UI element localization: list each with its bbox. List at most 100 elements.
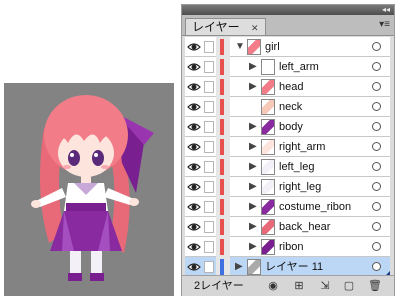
visibility-eye-icon[interactable] bbox=[187, 260, 201, 274]
lock-toggle[interactable] bbox=[204, 61, 214, 73]
lock-toggle[interactable] bbox=[204, 181, 214, 193]
layer-thumbnail bbox=[261, 79, 275, 95]
layer-name[interactable]: body bbox=[279, 120, 303, 134]
expand-arrow-icon[interactable]: ▶ bbox=[249, 121, 257, 133]
layer-row[interactable]: ▶ レイヤー 11 bbox=[185, 257, 390, 277]
new-layer-icon[interactable]: ▢ bbox=[342, 279, 356, 293]
visibility-eye-icon[interactable] bbox=[187, 80, 201, 94]
lock-toggle[interactable] bbox=[204, 201, 214, 213]
lock-toggle[interactable] bbox=[204, 241, 214, 253]
tab-layers-label: レイヤー bbox=[192, 20, 240, 34]
layer-name[interactable]: costume_ribon bbox=[279, 200, 351, 214]
layers-panel: ◂◂ レイヤー ✕ ▾≡ ▼ girl ▶ left_arm ▶ head neck ▶ bod… bbox=[181, 4, 395, 296]
layer-thumbnail bbox=[247, 259, 261, 275]
visibility-eye-icon[interactable] bbox=[187, 100, 201, 114]
layer-thumbnail bbox=[261, 199, 275, 215]
target-circle-icon[interactable] bbox=[372, 102, 381, 111]
visibility-eye-icon[interactable] bbox=[187, 120, 201, 134]
layer-row[interactable]: ▶ right_leg bbox=[185, 177, 390, 197]
layer-thumbnail bbox=[261, 119, 275, 135]
layer-color-indicator bbox=[220, 219, 224, 235]
make-clipping-mask-icon[interactable]: ⊞ bbox=[292, 279, 306, 293]
expand-arrow-icon[interactable]: ▶ bbox=[235, 261, 243, 273]
layer-name[interactable]: right_leg bbox=[279, 180, 321, 194]
target-circle-icon[interactable] bbox=[372, 82, 381, 91]
target-circle-icon[interactable] bbox=[372, 122, 381, 131]
visibility-eye-icon[interactable] bbox=[187, 200, 201, 214]
expand-arrow-icon[interactable]: ▶ bbox=[249, 61, 257, 73]
target-circle-icon[interactable] bbox=[372, 202, 381, 211]
target-circle-icon[interactable] bbox=[372, 222, 381, 231]
visibility-eye-icon[interactable] bbox=[187, 140, 201, 154]
lock-toggle[interactable] bbox=[204, 121, 214, 133]
lock-toggle[interactable] bbox=[204, 161, 214, 173]
visibility-eye-icon[interactable] bbox=[187, 60, 201, 74]
layer-row[interactable]: neck bbox=[185, 97, 390, 117]
target-circle-icon[interactable] bbox=[372, 42, 381, 51]
target-circle-icon[interactable] bbox=[372, 142, 381, 151]
layer-name[interactable]: neck bbox=[279, 100, 302, 114]
layer-name[interactable]: head bbox=[279, 80, 303, 94]
layer-row[interactable]: ▶ left_leg bbox=[185, 157, 390, 177]
layer-count: 2レイヤー bbox=[194, 280, 244, 292]
layer-name[interactable]: back_hear bbox=[279, 220, 330, 234]
visibility-eye-icon[interactable] bbox=[187, 160, 201, 174]
collapse-icon[interactable]: ◂◂ bbox=[382, 5, 390, 15]
panel-title-bar[interactable]: ◂◂ bbox=[182, 5, 394, 15]
locate-object-icon[interactable]: ◉ bbox=[266, 279, 280, 293]
layer-thumbnail bbox=[247, 39, 261, 55]
layer-color-indicator bbox=[220, 139, 224, 155]
expand-arrow-icon[interactable]: ▶ bbox=[249, 201, 257, 213]
layer-thumbnail bbox=[261, 59, 275, 75]
layer-row[interactable]: ▶ head bbox=[185, 77, 390, 97]
expand-arrow-icon[interactable]: ▶ bbox=[249, 221, 257, 233]
layer-color-indicator bbox=[220, 259, 224, 275]
layer-thumbnail bbox=[261, 159, 275, 175]
layer-name[interactable]: left_arm bbox=[279, 60, 319, 74]
collapse-arrow-icon[interactable]: ▼ bbox=[235, 41, 245, 53]
new-sublayer-icon[interactable]: ⇲ bbox=[318, 279, 332, 293]
layer-row[interactable]: ▼ girl bbox=[185, 37, 390, 57]
target-circle-icon[interactable] bbox=[372, 62, 381, 71]
lock-toggle[interactable] bbox=[204, 261, 214, 273]
visibility-eye-icon[interactable] bbox=[187, 40, 201, 54]
lock-toggle[interactable] bbox=[204, 221, 214, 233]
close-icon[interactable]: ✕ bbox=[251, 23, 259, 33]
target-circle-icon[interactable] bbox=[372, 182, 381, 191]
layer-name[interactable]: ribon bbox=[279, 240, 303, 254]
layer-name[interactable]: girl bbox=[265, 40, 280, 54]
layer-row[interactable]: ▶ right_arm bbox=[185, 137, 390, 157]
layer-name[interactable]: left_leg bbox=[279, 160, 314, 174]
target-circle-icon[interactable] bbox=[372, 242, 381, 251]
layer-thumbnail bbox=[261, 179, 275, 195]
layer-row[interactable]: ▶ back_hear bbox=[185, 217, 390, 237]
lock-toggle[interactable] bbox=[204, 101, 214, 113]
layer-name[interactable]: レイヤー 11 bbox=[265, 260, 323, 274]
expand-arrow-icon[interactable]: ▶ bbox=[249, 81, 257, 93]
expand-arrow-icon[interactable]: ▶ bbox=[249, 241, 257, 253]
layer-thumbnail bbox=[261, 139, 275, 155]
lock-toggle[interactable] bbox=[204, 141, 214, 153]
visibility-eye-icon[interactable] bbox=[187, 240, 201, 254]
target-circle-icon[interactable] bbox=[372, 262, 381, 271]
layer-row[interactable]: ▶ left_arm bbox=[185, 57, 390, 77]
panel-tab-row: レイヤー ✕ ▾≡ bbox=[182, 15, 394, 36]
expand-arrow-icon[interactable]: ▶ bbox=[249, 141, 257, 153]
panel-menu-icon[interactable]: ▾≡ bbox=[379, 19, 390, 31]
layer-name[interactable]: right_arm bbox=[279, 140, 325, 154]
tab-layers[interactable]: レイヤー ✕ bbox=[185, 18, 266, 35]
expand-arrow-icon[interactable]: ▶ bbox=[249, 181, 257, 193]
layer-row[interactable]: ▶ body bbox=[185, 117, 390, 137]
lock-toggle[interactable] bbox=[204, 81, 214, 93]
lock-toggle[interactable] bbox=[204, 41, 214, 53]
layer-row[interactable]: ▶ ribon bbox=[185, 237, 390, 257]
delete-layer-icon[interactable]: 🗑 bbox=[368, 279, 382, 293]
visibility-eye-icon[interactable] bbox=[187, 220, 201, 234]
expand-arrow-icon[interactable]: ▶ bbox=[249, 161, 257, 173]
layer-thumbnail bbox=[261, 219, 275, 235]
layer-row[interactable]: ▶ costume_ribon bbox=[185, 197, 390, 217]
layer-color-indicator bbox=[220, 59, 224, 75]
artboard-canvas[interactable] bbox=[4, 83, 174, 296]
visibility-eye-icon[interactable] bbox=[187, 180, 201, 194]
target-circle-icon[interactable] bbox=[372, 162, 381, 171]
